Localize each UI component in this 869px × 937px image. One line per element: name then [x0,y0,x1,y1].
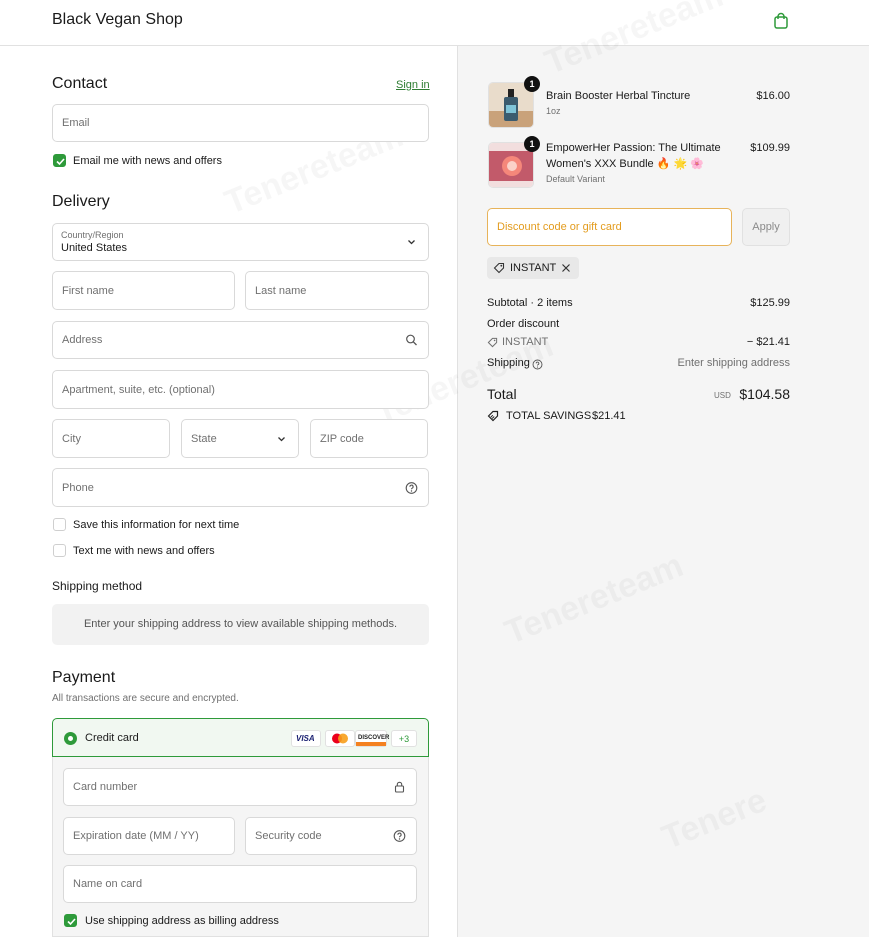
help-circle-icon[interactable] [405,481,418,494]
credit-card-option[interactable]: Credit card VISA DISCOVER +3 [52,718,429,757]
total-savings-label: TOTAL SAVINGS [506,410,592,422]
check-icon [67,918,76,926]
country-value: United States [61,242,128,254]
total-savings-value: $21.41 [592,410,626,422]
discount-code-label: INSTANT [502,336,549,348]
credit-card-label: Credit card [85,732,139,744]
expiration-placeholder: Expiration date (MM / YY) [73,830,199,842]
shop-name[interactable]: Black Vegan Shop [52,11,183,29]
phone-field[interactable]: Phone [52,468,429,507]
total-value: $104.58 [739,386,790,402]
checkout-header: Black Vegan Shop [0,0,869,46]
phone-placeholder: Phone [62,481,94,494]
state-select[interactable]: State [181,419,299,458]
state-placeholder: State [191,432,217,445]
discount-code-input[interactable]: Discount code or gift card [487,208,732,246]
city-placeholder: City [62,432,81,445]
bag-icon[interactable] [772,12,790,30]
text-news-label: Text me with news and offers [73,545,215,557]
item-quantity-badge: 1 [524,76,540,92]
item-price: $16.00 [756,90,790,102]
apartment-placeholder: Apartment, suite, etc. (optional) [62,383,215,396]
address-placeholder: Address [62,334,103,346]
shipping-method-heading: Shipping method [52,579,143,593]
billing-same-label: Use shipping address as billing address [85,915,279,927]
zip-field[interactable]: ZIP code [310,419,428,458]
name-on-card-placeholder: Name on card [73,878,143,890]
subtotal-label: Subtotal · 2 items [487,297,573,309]
discount-placeholder: Discount code or gift card [497,221,622,233]
discover-icon: DISCOVER [355,730,389,747]
check-icon [56,158,65,166]
tag-icon [493,262,505,274]
zip-placeholder: ZIP code [320,432,364,445]
more-brands-badge: +3 [391,730,417,747]
email-news-label: Email me with news and offers [73,155,222,167]
payment-heading: Payment [52,669,116,686]
mastercard-icon [325,730,355,747]
payment-subtitle: All transactions are secure and encrypte… [52,693,239,704]
discount-value: − $21.41 [746,336,790,348]
item-price: $109.99 [750,142,790,154]
item-quantity-badge: 1 [524,136,540,152]
address-field[interactable]: Address [52,321,429,359]
last-name-field[interactable]: Last name [245,271,429,310]
applied-code-label: INSTANT [510,262,557,274]
apartment-field[interactable]: Apartment, suite, etc. (optional) [52,370,429,409]
country-select[interactable]: Country/Region United States [52,223,429,261]
first-name-placeholder: First name [62,284,114,297]
contact-heading: Contact [52,75,108,92]
save-info-checkbox[interactable] [53,518,66,531]
apply-discount-button[interactable]: Apply [742,208,790,246]
card-number-placeholder: Card number [73,781,138,793]
country-label: Country/Region [61,230,124,240]
help-circle-icon[interactable] [393,830,406,843]
close-icon[interactable] [561,263,571,273]
shipping-method-message: Enter your shipping address to view avai… [83,618,398,630]
email-news-checkbox[interactable] [53,154,66,167]
delivery-heading: Delivery [52,193,110,210]
security-code-field[interactable]: Security code [245,817,417,855]
text-news-checkbox[interactable] [53,544,66,557]
item-name: Brain Booster Herbal Tincture [546,90,691,102]
card-number-field[interactable]: Card number [63,768,417,806]
applied-discount-tag: INSTANT [487,257,579,279]
chevron-down-icon [278,436,285,441]
item-name-line: Women's XXX Bundle 🔥 🌟 🌸 [546,158,704,170]
help-circle-icon[interactable] [532,359,543,370]
savings-tag-icon [487,410,499,422]
chevron-down-icon [408,240,415,245]
name-on-card-field[interactable]: Name on card [63,865,417,903]
visa-icon: VISA [291,730,321,747]
expiration-field[interactable]: Expiration date (MM / YY) [63,817,235,855]
subtotal-value: $125.99 [750,297,790,309]
security-code-placeholder: Security code [255,830,322,842]
total-label: Total [487,386,517,402]
city-field[interactable]: City [52,419,170,458]
billing-same-checkbox[interactable] [64,914,77,927]
shipping-value: Enter shipping address [677,357,790,369]
order-discount-label: Order discount [487,318,560,330]
search-icon [406,334,417,346]
item-variant: Default Variant [546,174,605,184]
shipping-method-notice: Enter your shipping address to view avai… [52,604,429,645]
email-placeholder: Email [62,117,90,129]
credit-card-radio[interactable] [64,732,77,745]
item-variant: 1oz [546,106,561,116]
currency-code: USD [714,391,731,400]
lock-icon [394,781,405,793]
sign-in-link[interactable]: Sign in [396,79,430,91]
shipping-label: Shipping [487,357,530,369]
save-info-label: Save this information for next time [73,519,240,531]
tag-icon [487,337,498,348]
first-name-field[interactable]: First name [52,271,235,310]
apply-label: Apply [752,221,780,233]
email-field[interactable]: Email [52,104,429,142]
item-name-line: EmpowerHer Passion: The Ultimate [546,142,721,154]
last-name-placeholder: Last name [255,284,307,297]
